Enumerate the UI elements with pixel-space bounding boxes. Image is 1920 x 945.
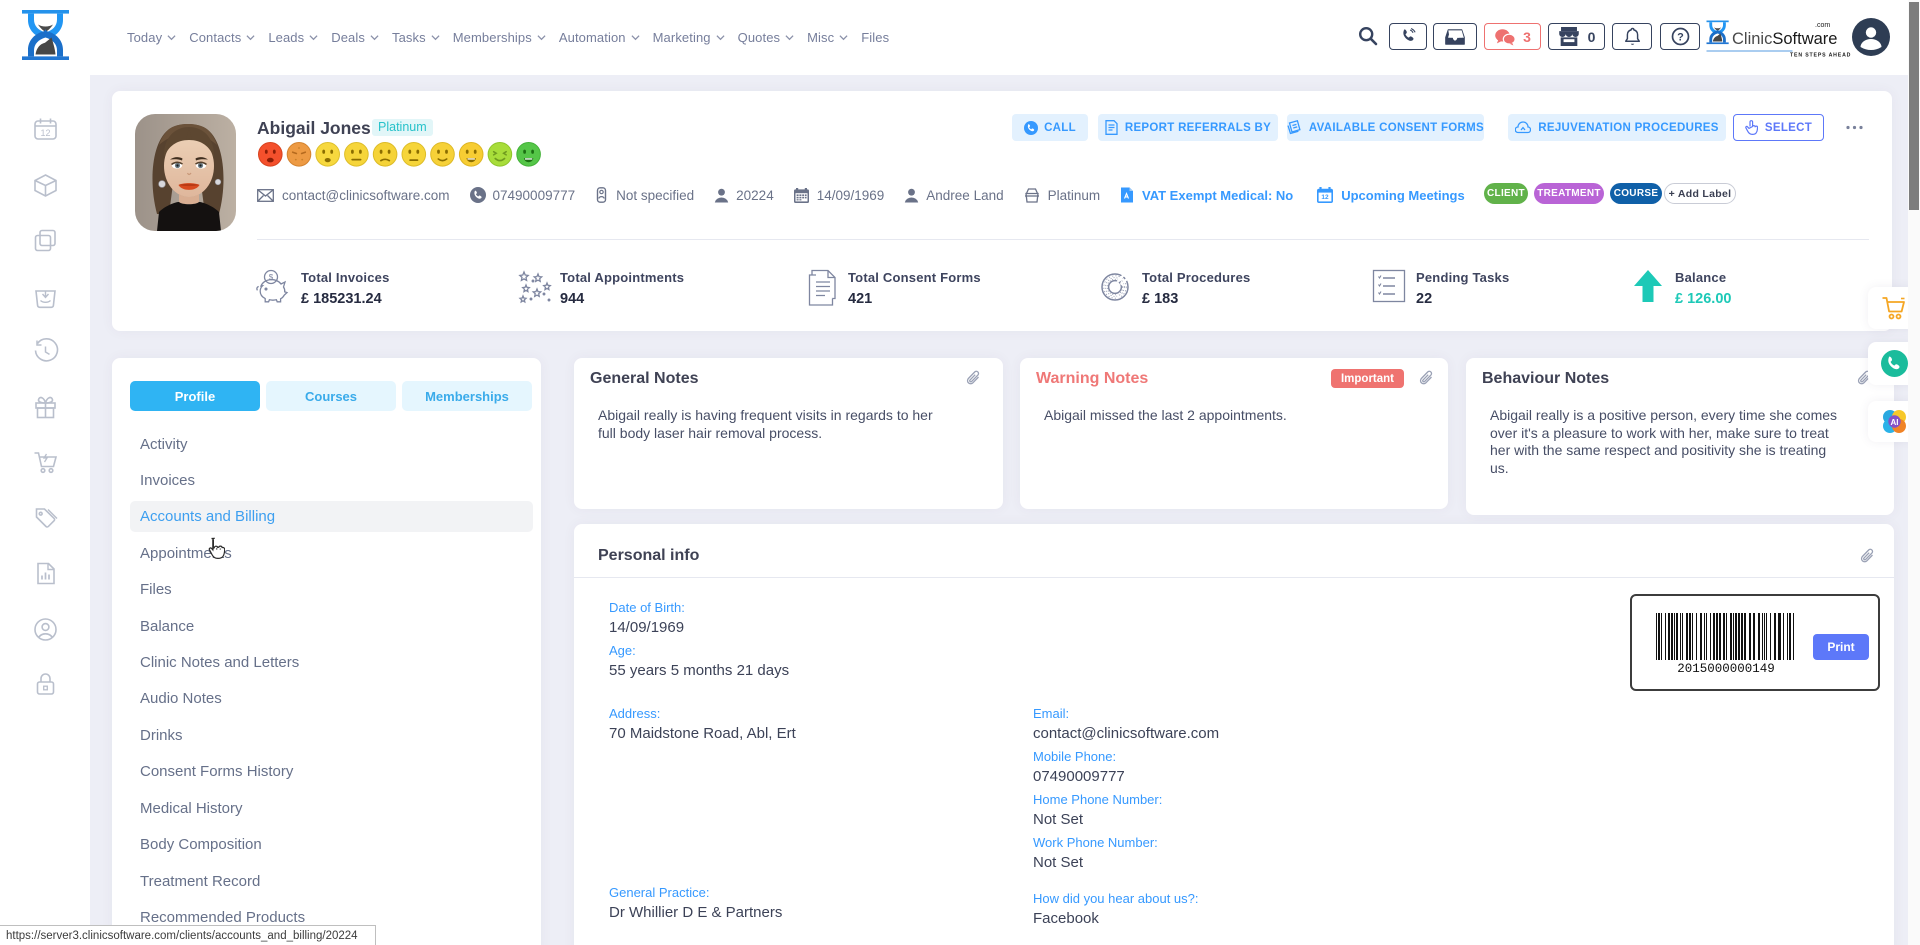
svg-text:TEN STEPS AHEAD: TEN STEPS AHEAD — [1790, 53, 1851, 59]
svg-text:?: ? — [1677, 31, 1684, 43]
svg-text:$: $ — [269, 273, 274, 282]
svg-text:AI: AI — [1891, 418, 1899, 427]
svg-text:ClinicSoftware: ClinicSoftware — [1732, 30, 1837, 48]
svg-text:12: 12 — [40, 128, 50, 138]
svg-text:.com: .com — [1815, 22, 1830, 29]
svg-text:12: 12 — [1322, 194, 1330, 201]
